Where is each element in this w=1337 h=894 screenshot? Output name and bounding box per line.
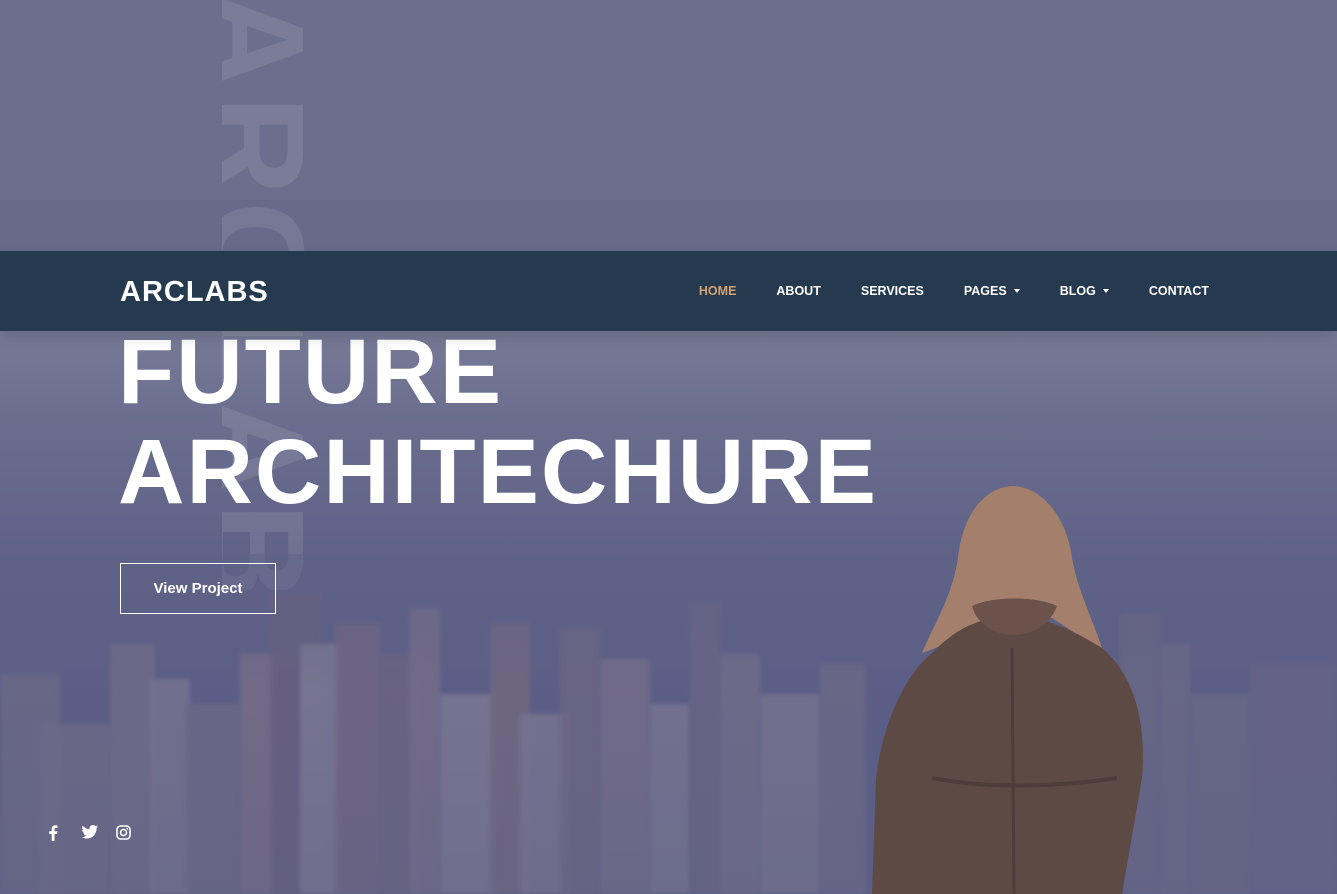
facebook-icon[interactable]	[48, 825, 64, 843]
social-links	[48, 825, 132, 843]
main-nav: HOME ABOUT SERVICES PAGES BLOG CONTACT	[659, 251, 1209, 331]
page: ARCLABS HOME ABOUT SERVICES PAGES BLOG C…	[0, 0, 1337, 894]
caret-down-icon	[1013, 289, 1020, 293]
nav-item-blog[interactable]: BLOG	[1060, 284, 1109, 298]
instagram-icon[interactable]	[116, 825, 132, 843]
nav-item-about[interactable]: ABOUT	[776, 284, 820, 298]
hero-title-line2: ARCHITECHURE	[118, 421, 878, 523]
twitter-icon[interactable]	[82, 825, 98, 843]
navbar: ARCLABS HOME ABOUT SERVICES PAGES BLOG C…	[0, 251, 1337, 331]
hero-title: FUTURE ARCHITECHURE	[118, 322, 878, 522]
hero-title-line1: FUTURE	[118, 321, 504, 423]
nav-item-services[interactable]: SERVICES	[861, 284, 924, 298]
caret-down-icon	[1102, 289, 1109, 293]
nav-item-label: ABOUT	[776, 284, 821, 298]
nav-item-label: BLOG	[1059, 284, 1096, 298]
nav-item-label: HOME	[698, 284, 737, 298]
nav-item-label: SERVICES	[860, 284, 924, 298]
woman-figure	[872, 486, 1143, 894]
nav-item-pages[interactable]: PAGES	[964, 284, 1020, 298]
view-project-button[interactable]: View Project	[120, 563, 276, 614]
nav-item-label: CONTACT	[1148, 284, 1209, 298]
brand-logo[interactable]: ARCLABS	[120, 275, 269, 309]
nav-item-home[interactable]: HOME	[699, 284, 737, 298]
nav-item-contact[interactable]: CONTACT	[1149, 284, 1209, 298]
nav-item-label: PAGES	[963, 284, 1007, 298]
